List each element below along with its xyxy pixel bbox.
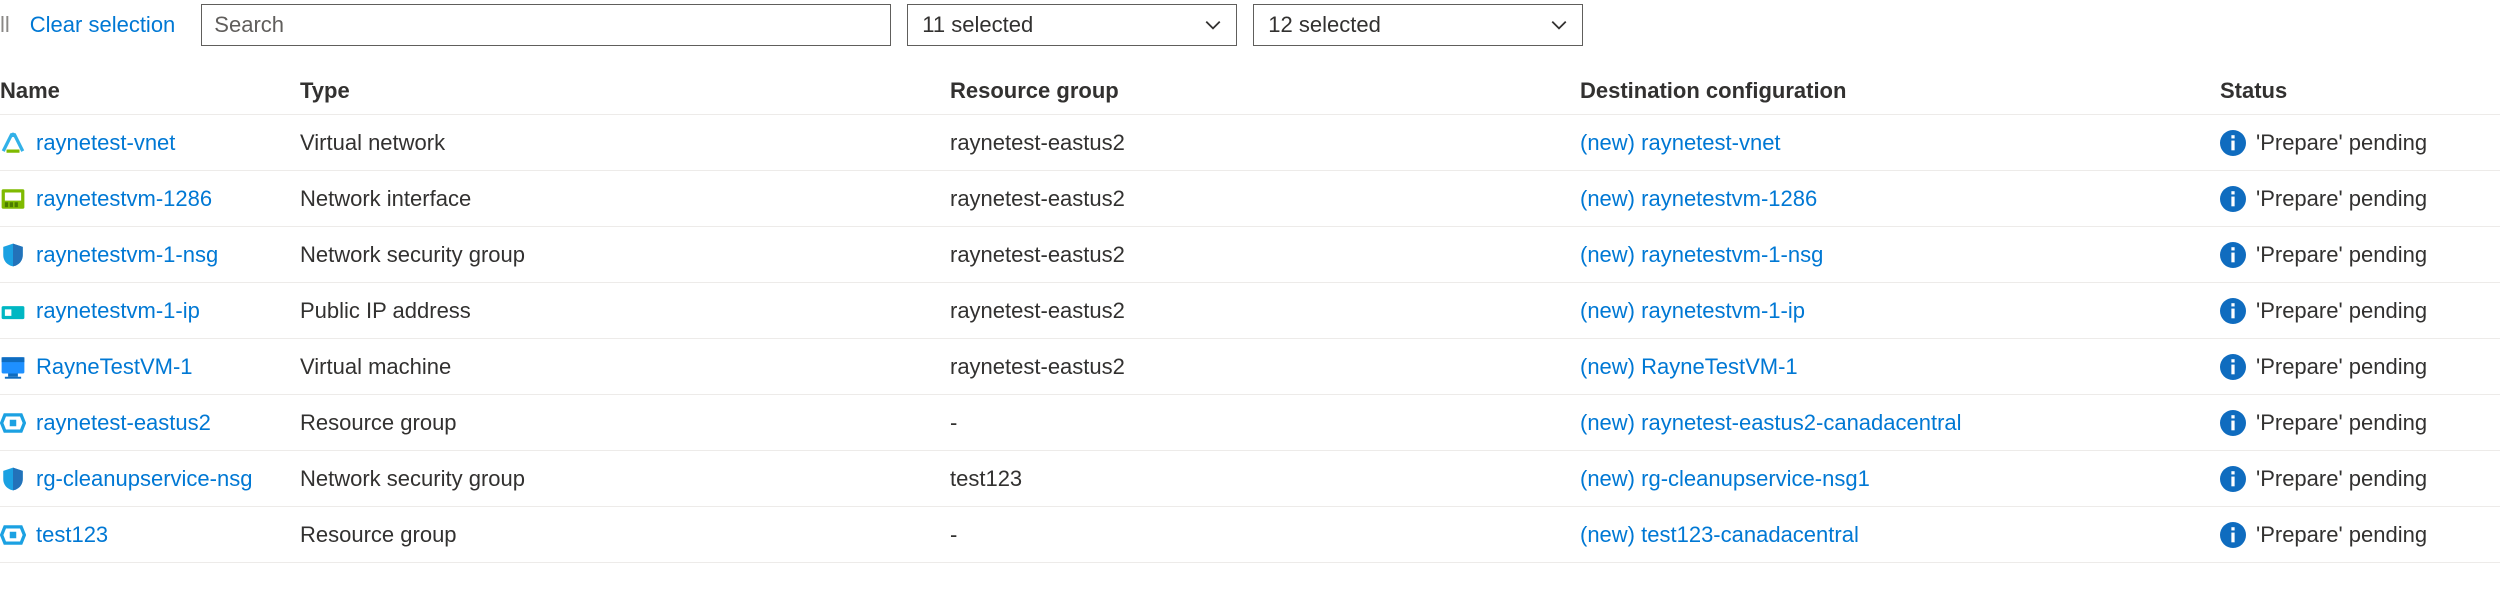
filter-dropdown-1-label: 11 selected (922, 12, 1033, 38)
table-row[interactable]: rg-cleanupservice-nsg Network security g… (0, 451, 2500, 507)
resource-type-icon (0, 410, 26, 436)
destination-name: raynetestvm-1-nsg (1641, 242, 1823, 267)
info-icon (2220, 242, 2246, 268)
destination-new-prefix: (new) (1580, 298, 1635, 323)
info-icon (2220, 410, 2246, 436)
destination-name: rg-cleanupservice-nsg1 (1641, 466, 1870, 491)
destination-config-link[interactable]: (new) raynetestvm-1-ip (1580, 298, 1805, 324)
destination-new-prefix: (new) (1580, 186, 1635, 211)
column-header-rg[interactable]: Resource group (950, 78, 1580, 104)
resource-name-link[interactable]: rg-cleanupservice-nsg (36, 466, 252, 492)
status-text: 'Prepare' pending (2256, 186, 2427, 212)
resource-group-cell: - (950, 522, 1580, 548)
resource-type-cell: Virtual machine (300, 354, 950, 380)
destination-config-link[interactable]: (new) raynetestvm-1-nsg (1580, 242, 1823, 268)
resource-group-cell: raynetest-eastus2 (950, 298, 1580, 324)
resource-type-cell: Resource group (300, 522, 950, 548)
column-header-status[interactable]: Status (2220, 78, 2500, 104)
destination-name: RayneTestVM-1 (1641, 354, 1798, 379)
toolbar-leading-text: ll (0, 12, 14, 38)
status-text: 'Prepare' pending (2256, 130, 2427, 156)
table-row[interactable]: RayneTestVM-1 Virtual machine raynetest-… (0, 339, 2500, 395)
table-header-row: Name Type Resource group Destination con… (0, 60, 2500, 115)
resource-type-icon (0, 466, 26, 492)
resource-group-cell: raynetest-eastus2 (950, 354, 1580, 380)
info-icon (2220, 466, 2246, 492)
destination-name: raynetestvm-1-ip (1641, 298, 1805, 323)
resource-type-icon (0, 186, 26, 212)
destination-name: raynetestvm-1286 (1641, 186, 1817, 211)
resource-group-cell: raynetest-eastus2 (950, 242, 1580, 268)
destination-config-link[interactable]: (new) test123-canadacentral (1580, 522, 1859, 548)
column-header-type[interactable]: Type (300, 78, 950, 104)
toolbar: ll Clear selection 11 selected 12 select… (0, 0, 2500, 60)
filter-dropdown-2[interactable]: 12 selected (1253, 4, 1583, 46)
status-text: 'Prepare' pending (2256, 298, 2427, 324)
column-header-name[interactable]: Name (0, 78, 300, 104)
destination-name: raynetest-eastus2-canadacentral (1641, 410, 1961, 435)
resource-type-icon (0, 130, 26, 156)
resource-type-icon (0, 354, 26, 380)
destination-config-link[interactable]: (new) RayneTestVM-1 (1580, 354, 1798, 380)
resource-group-cell: raynetest-eastus2 (950, 130, 1580, 156)
info-icon (2220, 354, 2246, 380)
resource-type-cell: Network security group (300, 466, 950, 492)
info-icon (2220, 130, 2246, 156)
info-icon (2220, 186, 2246, 212)
resource-name-link[interactable]: test123 (36, 522, 108, 548)
status-text: 'Prepare' pending (2256, 354, 2427, 380)
status-text: 'Prepare' pending (2256, 410, 2427, 436)
destination-config-link[interactable]: (new) raynetest-eastus2-canadacentral (1580, 410, 1962, 436)
filter-dropdown-1[interactable]: 11 selected (907, 4, 1237, 46)
destination-new-prefix: (new) (1580, 522, 1635, 547)
clear-selection-link[interactable]: Clear selection (30, 12, 186, 38)
destination-config-link[interactable]: (new) raynetestvm-1286 (1580, 186, 1817, 212)
resource-name-link[interactable]: raynetest-eastus2 (36, 410, 211, 436)
resource-type-cell: Resource group (300, 410, 950, 436)
resource-type-cell: Network security group (300, 242, 950, 268)
filter-dropdown-2-label: 12 selected (1268, 12, 1381, 38)
destination-config-link[interactable]: (new) rg-cleanupservice-nsg1 (1580, 466, 1870, 492)
resource-type-cell: Network interface (300, 186, 950, 212)
resource-group-cell: test123 (950, 466, 1580, 492)
table-row[interactable]: raynetestvm-1286 Network interface rayne… (0, 171, 2500, 227)
resource-group-cell: raynetest-eastus2 (950, 186, 1580, 212)
resource-type-icon (0, 242, 26, 268)
table-row[interactable]: raynetest-eastus2 Resource group - (new)… (0, 395, 2500, 451)
status-text: 'Prepare' pending (2256, 466, 2427, 492)
resource-type-cell: Virtual network (300, 130, 950, 156)
destination-new-prefix: (new) (1580, 354, 1635, 379)
destination-new-prefix: (new) (1580, 410, 1635, 435)
status-text: 'Prepare' pending (2256, 522, 2427, 548)
resource-name-link[interactable]: raynetestvm-1286 (36, 186, 212, 212)
column-header-dest[interactable]: Destination configuration (1580, 78, 2220, 104)
destination-name: raynetest-vnet (1641, 130, 1780, 155)
resource-name-link[interactable]: raynetestvm-1-nsg (36, 242, 218, 268)
search-input[interactable] (214, 12, 878, 38)
chevron-down-icon (1550, 16, 1568, 34)
chevron-down-icon (1204, 16, 1222, 34)
resource-name-link[interactable]: raynetest-vnet (36, 130, 175, 156)
search-box[interactable] (201, 4, 891, 46)
destination-config-link[interactable]: (new) raynetest-vnet (1580, 130, 1781, 156)
table-body: raynetest-vnet Virtual network raynetest… (0, 115, 2500, 563)
table-row[interactable]: test123 Resource group - (new) test123-c… (0, 507, 2500, 563)
destination-name: test123-canadacentral (1641, 522, 1859, 547)
resource-group-cell: - (950, 410, 1580, 436)
table-row[interactable]: raynetestvm-1-nsg Network security group… (0, 227, 2500, 283)
status-text: 'Prepare' pending (2256, 242, 2427, 268)
resource-type-cell: Public IP address (300, 298, 950, 324)
destination-new-prefix: (new) (1580, 130, 1635, 155)
info-icon (2220, 522, 2246, 548)
resource-type-icon (0, 522, 26, 548)
table-row[interactable]: raynetestvm-1-ip Public IP address rayne… (0, 283, 2500, 339)
info-icon (2220, 298, 2246, 324)
destination-new-prefix: (new) (1580, 466, 1635, 491)
resource-name-link[interactable]: RayneTestVM-1 (36, 354, 193, 380)
resource-name-link[interactable]: raynetestvm-1-ip (36, 298, 200, 324)
destination-new-prefix: (new) (1580, 242, 1635, 267)
resource-type-icon (0, 298, 26, 324)
table-row[interactable]: raynetest-vnet Virtual network raynetest… (0, 115, 2500, 171)
